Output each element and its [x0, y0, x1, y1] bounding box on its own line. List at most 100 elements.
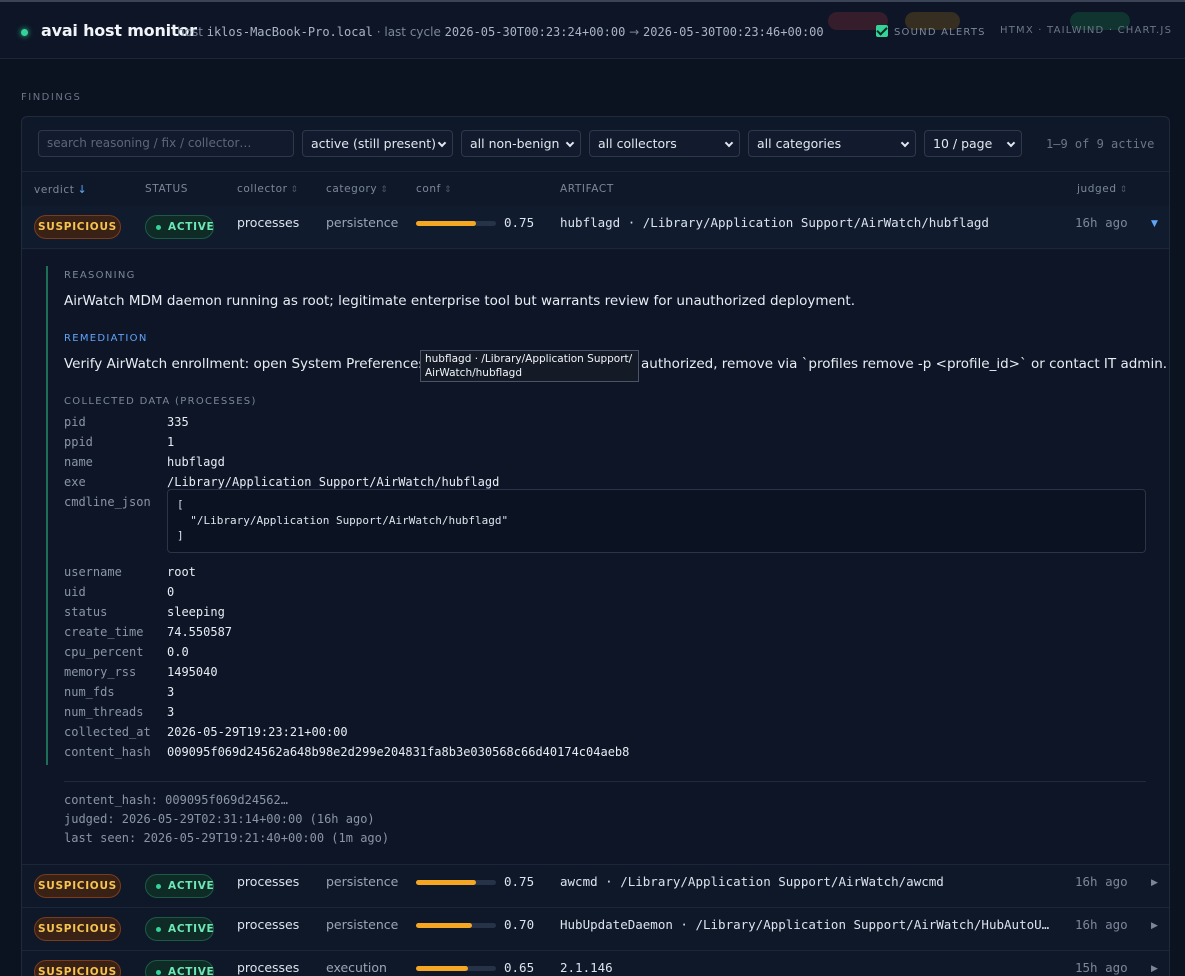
field-key: num_threads [64, 705, 144, 719]
category-cell: persistence [326, 215, 399, 230]
pagination-summary: 1–9 of 9 active [1046, 137, 1155, 151]
confidence-value: 0.65 [504, 960, 535, 975]
active-dot-icon [156, 970, 161, 975]
verdict-badge: SUSPICIOUS [34, 215, 121, 239]
field-key: num_fds [64, 685, 115, 699]
expand-caret-icon[interactable]: ▶ [1151, 964, 1158, 974]
cycle-end: 2026-05-30T00:23:46+00:00 [643, 25, 824, 39]
column-header-verdict[interactable]: verdict ↓ [34, 183, 87, 196]
category-cell: persistence [326, 917, 399, 932]
top-bar: avai host monitor host iklos-MacBook-Pro… [0, 0, 1185, 59]
checkbox-checked-icon[interactable] [876, 25, 888, 37]
sort-icon: ⇕ [1119, 185, 1128, 195]
confidence-bar [416, 966, 496, 971]
findings-panel: search reasoning / fix / collector… acti… [21, 116, 1170, 976]
expand-caret-icon[interactable]: ▶ [1151, 921, 1158, 931]
field-key: exe [64, 475, 86, 489]
table-row[interactable]: SUSPICIOUS ACTIVE processes persistence … [22, 908, 1169, 951]
artifact-cell: HubUpdateDaemon · /Library/Application S… [560, 917, 1050, 932]
chevron-down-icon [1006, 138, 1016, 148]
field-key: status [64, 605, 108, 619]
field-value: 1 [167, 435, 175, 449]
chevron-down-icon [437, 138, 447, 148]
field-key: memory_rss [64, 665, 137, 679]
field-value: 1495040 [167, 665, 218, 679]
confidence-bar-fill [416, 966, 468, 971]
column-header-artifact: ARTIFACT [560, 183, 614, 195]
verdict-badge: SUSPICIOUS [34, 917, 121, 941]
column-header-judged[interactable]: judged ⇕ [1077, 183, 1128, 195]
state-filter-select[interactable]: active (still present) [302, 130, 453, 157]
findings-section-label: FINDINGS [21, 92, 82, 103]
field-key: content_hash [64, 745, 151, 759]
confidence-bar [416, 923, 496, 928]
page-size-select[interactable]: 10 / page [924, 130, 1022, 157]
sound-alerts-toggle[interactable]: SOUND ALERTS [876, 25, 986, 38]
table-row[interactable]: SUSPICIOUS ACTIVE processes execution 0.… [22, 951, 1169, 976]
field-key: collected_at [64, 725, 151, 739]
finding-detail: REASONING AirWatch MDM daemon running as… [22, 250, 1169, 865]
collector-filter-select[interactable]: all collectors [589, 130, 740, 157]
field-key: create_time [64, 625, 144, 639]
sort-desc-icon: ↓ [77, 183, 88, 196]
field-key: uid [64, 585, 86, 599]
remediation-text-end: authorized, remove via `profiles remove … [641, 356, 1168, 372]
sort-icon: ⇕ [443, 185, 453, 195]
host-info: host iklos-MacBook-Pro.local · last cycl… [177, 25, 824, 39]
status-dot-icon [21, 29, 28, 36]
confidence-value: 0.70 [504, 917, 535, 932]
sort-icon: ⇕ [380, 185, 389, 195]
judged-cell: 15h ago [1075, 960, 1128, 975]
field-key: cpu_percent [64, 645, 144, 659]
collector-cell: processes [237, 874, 300, 889]
field-value: 2026-05-29T19:23:21+00:00 [167, 725, 348, 739]
artifact-tooltip: hubflagd · /Library/Application Support/… [420, 350, 639, 382]
field-value: 3 [167, 705, 175, 719]
verdict-badge: SUSPICIOUS [34, 960, 121, 976]
field-value: /Library/Application Support/AirWatch/hu… [167, 475, 500, 489]
confidence-bar [416, 880, 496, 885]
chevron-down-icon [565, 138, 575, 148]
field-key: ppid [64, 435, 93, 449]
judged-cell: 16h ago [1075, 874, 1128, 889]
app-title: avai host monitor [41, 21, 197, 40]
category-filter-select[interactable]: all categories [748, 130, 916, 157]
category-cell: persistence [326, 874, 399, 889]
status-badge: ACTIVE [145, 215, 214, 239]
active-dot-icon [156, 884, 161, 889]
tech-stack-label: HTMX · TAILWIND · CHART.JS [1000, 25, 1173, 36]
confidence-bar [416, 221, 496, 226]
column-header-conf[interactable]: conf ⇕ [416, 183, 452, 195]
verdict-filter-select[interactable]: all non-benign [461, 130, 581, 157]
filter-bar: search reasoning / fix / collector… acti… [22, 117, 1169, 172]
collected-data-label: COLLECTED DATA (PROCESSES) [64, 396, 257, 407]
column-header-collector[interactable]: collector ⇕ [237, 183, 299, 195]
field-value: 0.0 [167, 645, 189, 659]
confidence-bar-fill [416, 923, 472, 928]
confidence-bar-fill [416, 880, 476, 885]
cmdline-json-block: [ "/Library/Application Support/AirWatch… [167, 489, 1146, 553]
meta-last-seen: last seen: 2026-05-29T19:21:40+00:00 (1m… [64, 831, 390, 845]
artifact-cell: awcmd · /Library/Application Support/Air… [560, 874, 944, 889]
column-header-category[interactable]: category ⇕ [326, 183, 388, 195]
remediation-label: REMEDIATION [64, 333, 148, 344]
reasoning-text: AirWatch MDM daemon running as root; leg… [64, 293, 856, 309]
collapse-caret-icon[interactable]: ▼ [1151, 219, 1158, 229]
chevron-down-icon [724, 138, 734, 148]
status-badge: ACTIVE [145, 874, 214, 898]
search-input[interactable]: search reasoning / fix / collector… [38, 130, 294, 157]
table-row[interactable]: SUSPICIOUS ACTIVE processes persistence … [22, 206, 1169, 249]
confidence-bar-fill [416, 221, 476, 226]
status-badge: ACTIVE [145, 960, 214, 976]
field-key: name [64, 455, 93, 469]
detail-divider [64, 781, 1146, 782]
cycle-start: 2026-05-30T00:23:24+00:00 [444, 25, 626, 39]
table-row[interactable]: SUSPICIOUS ACTIVE processes persistence … [22, 865, 1169, 908]
expand-caret-icon[interactable]: ▶ [1151, 878, 1158, 888]
field-key: username [64, 565, 122, 579]
chevron-down-icon [900, 138, 910, 148]
status-badge: ACTIVE [145, 917, 214, 941]
field-value: 3 [167, 685, 175, 699]
artifact-cell: 2.1.146 [560, 960, 613, 975]
reasoning-label: REASONING [64, 270, 136, 281]
